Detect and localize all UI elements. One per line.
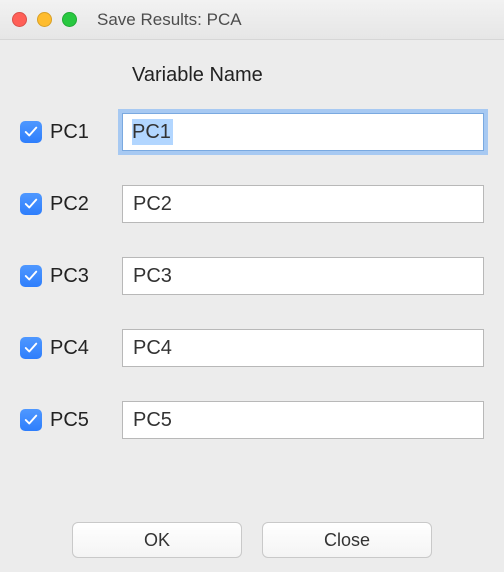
check-icon [24, 269, 38, 283]
check-icon [24, 341, 38, 355]
variable-row-pc1: PC1 PC1 [20, 111, 484, 153]
checkbox-pc1[interactable] [20, 121, 42, 143]
variable-row-pc4: PC4 [20, 327, 484, 369]
titlebar: Save Results: PCA [0, 0, 504, 40]
minimize-icon[interactable] [37, 12, 52, 27]
row-label-pc5: PC5 [50, 409, 122, 432]
checkbox-pc3[interactable] [20, 265, 42, 287]
variable-input-wrapper-pc1: PC1 [122, 113, 484, 151]
row-label-pc2: PC2 [50, 193, 122, 216]
variable-input-pc2[interactable] [122, 185, 484, 223]
variable-input-pc3[interactable] [122, 257, 484, 295]
variable-input-pc1[interactable] [122, 113, 484, 151]
dialog-content: Variable Name PC1 PC1 PC2 PC3 PC4 [0, 40, 504, 441]
checkbox-pc5[interactable] [20, 409, 42, 431]
variable-input-pc5[interactable] [122, 401, 484, 439]
variable-row-pc5: PC5 [20, 399, 484, 441]
variable-row-pc2: PC2 [20, 183, 484, 225]
row-label-pc4: PC4 [50, 337, 122, 360]
column-header-variable-name: Variable Name [132, 64, 484, 87]
window-title: Save Results: PCA [97, 10, 242, 30]
row-label-pc3: PC3 [50, 265, 122, 288]
variable-row-pc3: PC3 [20, 255, 484, 297]
checkbox-pc4[interactable] [20, 337, 42, 359]
check-icon [24, 125, 38, 139]
row-label-pc1: PC1 [50, 121, 122, 144]
ok-button[interactable]: OK [72, 522, 242, 558]
check-icon [24, 413, 38, 427]
dialog-footer: OK Close [0, 522, 504, 558]
maximize-icon[interactable] [62, 12, 77, 27]
checkbox-pc2[interactable] [20, 193, 42, 215]
check-icon [24, 197, 38, 211]
close-button[interactable]: Close [262, 522, 432, 558]
window-controls [12, 12, 77, 27]
close-icon[interactable] [12, 12, 27, 27]
variable-input-pc4[interactable] [122, 329, 484, 367]
